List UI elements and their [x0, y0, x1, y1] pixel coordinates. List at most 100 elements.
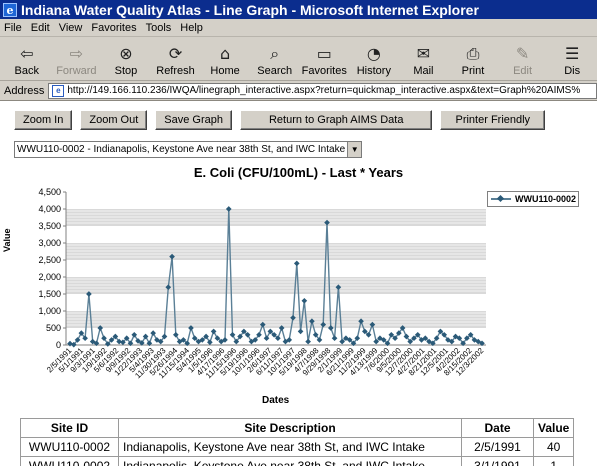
menu-view[interactable]: View — [59, 22, 83, 34]
home-label: Home — [210, 65, 240, 77]
print-button[interactable]: ⎙ Print — [448, 38, 498, 80]
data-point — [229, 331, 236, 338]
legend-label: WWU110-0002 — [515, 194, 577, 204]
chart-title: E. Coli (CFU/100mL) - Last * Years — [193, 165, 404, 180]
ie-logo-icon[interactable]: e — [3, 2, 17, 17]
menu-favorites[interactable]: Favorites — [91, 22, 136, 34]
search-button[interactable]: ⌕ Search — [250, 38, 300, 80]
home-button[interactable]: ⌂ Home — [200, 38, 250, 80]
cell-site-id: WWU110-0002 — [20, 456, 119, 466]
print-icon: ⎙ — [466, 44, 480, 63]
chevron-down-icon[interactable]: ▼ — [347, 142, 362, 157]
discuss-icon: ☰ — [564, 44, 580, 63]
header-date: Date — [461, 418, 534, 438]
menu-help[interactable]: Help — [180, 22, 203, 34]
browser-toolbar: ⇦ Back ⇨ Forward ⊗ Stop ⟳ Refresh ⌂ Home ⌕ Search ▭ F… — [0, 37, 597, 81]
data-point — [210, 328, 217, 335]
data-point — [331, 335, 338, 342]
cell-date: 3/1/1991 — [461, 456, 534, 466]
refresh-label: Refresh — [156, 65, 195, 77]
header-site-id: Site ID — [20, 418, 119, 438]
mail-button[interactable]: ✉ Mail — [399, 38, 449, 80]
x-axis-label: Dates — [262, 395, 290, 406]
data-point — [297, 328, 304, 335]
y-axis-label: Value — [2, 228, 12, 252]
page-content: Zoom In Zoom Out Save Graph Return to Gr… — [0, 102, 597, 466]
refresh-button[interactable]: ⟳ Refresh — [151, 38, 201, 80]
favorites-button[interactable]: ▭ Favorites — [299, 38, 349, 80]
menu-file[interactable]: File — [4, 22, 22, 34]
history-icon: ◔ — [366, 44, 381, 63]
address-label: Address — [4, 84, 45, 97]
data-point — [263, 335, 270, 342]
mail-label: Mail — [413, 65, 434, 77]
site-select[interactable]: WWU110-0002 - Indianapolis, Keystone Ave… — [14, 141, 363, 158]
y-tick-label: 1,500 — [38, 289, 61, 299]
dis-label: Dis — [564, 65, 581, 77]
address-url[interactable]: http://149.166.110.236/IWQA/linegraph_in… — [67, 85, 580, 96]
stop-icon: ⊗ — [119, 44, 133, 63]
cell-site-description: Indianapolis, Keystone Ave near 38th St,… — [118, 437, 462, 457]
site-select-value: WWU110-0002 - Indianapolis, Keystone Ave… — [17, 144, 346, 155]
y-tick-label: 4,000 — [38, 204, 61, 214]
data-point — [293, 260, 300, 267]
menu-tools[interactable]: Tools — [146, 22, 172, 34]
menu-bar: File Edit View Favorites Tools Help — [0, 19, 597, 37]
stop-button[interactable]: ⊗ Stop — [101, 38, 151, 80]
y-tick-label: 500 — [46, 323, 61, 333]
back-icon: ⇦ — [20, 44, 34, 63]
forward-label: Forward — [56, 65, 97, 77]
data-point — [301, 297, 308, 304]
line-chart: 0 500 1,000 1,500 2,000 2,500 3,000 3,500 4,000 4… — [38, 187, 486, 380]
y-tick-label: 3,000 — [38, 238, 61, 248]
chart-legend: WWU110-0002 — [487, 191, 579, 207]
back-label: Back — [14, 65, 40, 77]
data-point — [142, 333, 149, 340]
zoom-in-button[interactable]: Zoom In — [14, 110, 73, 130]
mail-icon: ✉ — [416, 44, 431, 63]
search-label: Search — [257, 65, 293, 77]
dis-button[interactable]: ☰ Dis — [547, 38, 597, 80]
printer-friendly-button[interactable]: Printer Friendly — [440, 110, 546, 130]
table-row: WWU110-0002 Indianapolis, Keystone Ave n… — [20, 456, 575, 466]
print-label: Print — [461, 65, 485, 77]
favorites-label: Favorites — [301, 65, 347, 77]
favorites-icon: ▭ — [316, 44, 332, 63]
table-row: WWU110-0002 Indianapolis, Keystone Ave n… — [20, 437, 575, 457]
header-site-description: Site Description — [118, 418, 462, 438]
y-tick-label: 2,500 — [38, 255, 61, 265]
address-input[interactable]: e http://149.166.110.236/IWQA/linegraph_… — [48, 82, 597, 99]
y-tick-label: 3,500 — [38, 221, 61, 231]
menu-edit[interactable]: Edit — [31, 22, 50, 34]
forward-button[interactable]: ⇨ Forward — [52, 38, 102, 80]
history-label: History — [356, 65, 391, 77]
return-to-graph-aims-data-button[interactable]: Return to Graph AIMS Data — [239, 110, 433, 130]
cell-date: 2/5/1991 — [461, 437, 534, 457]
data-point — [305, 338, 311, 345]
legend-swatch — [491, 196, 511, 202]
edit-button[interactable]: ✎ Edit — [498, 38, 548, 80]
edit-label: Edit — [513, 65, 533, 77]
header-value: Value — [532, 418, 575, 438]
save-graph-button[interactable]: Save Graph — [155, 110, 232, 130]
y-tick-label: 1,000 — [38, 306, 61, 316]
graph-button-row: Zoom In Zoom Out Save Graph Return to Gr… — [14, 110, 546, 130]
data-point — [150, 330, 156, 336]
window-titlebar[interactable]: e Indiana Water Quality Atlas - Line Gra… — [0, 0, 597, 19]
forward-icon: ⇨ — [69, 44, 84, 63]
stop-label: Stop — [114, 65, 138, 77]
table-header-row: Site ID Site Description Date Value — [20, 418, 575, 438]
history-button[interactable]: ◔ History — [349, 38, 399, 80]
cell-value: 1 — [532, 456, 575, 466]
cell-site-description: Indianapolis, Keystone Ave near 38th St,… — [118, 456, 462, 466]
cell-site-id: WWU110-0002 — [20, 437, 119, 457]
refresh-icon: ⟳ — [168, 44, 183, 63]
data-point — [173, 331, 179, 338]
data-table: Site ID Site Description Date Value WWU1… — [20, 418, 575, 466]
edit-icon: ✎ — [515, 44, 530, 63]
search-icon: ⌕ — [270, 44, 280, 63]
cell-value: 40 — [532, 437, 575, 457]
back-button[interactable]: ⇦ Back — [2, 38, 52, 80]
zoom-out-button[interactable]: Zoom Out — [80, 110, 148, 130]
address-bar: Address e http://149.166.110.236/IWQA/li… — [0, 81, 597, 101]
